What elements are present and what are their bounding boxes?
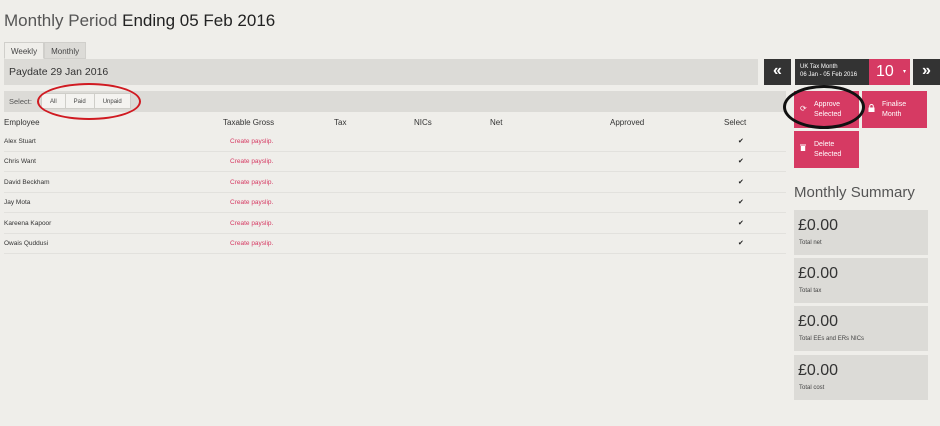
chevron-down-icon: ▾: [902, 69, 906, 75]
create-payslip-link[interactable]: Create payslip.: [230, 158, 273, 165]
tab-weekly[interactable]: Weekly: [4, 42, 45, 59]
finalise-month-label: Finalise Month: [882, 101, 907, 118]
summary-amount: £0.00: [798, 362, 839, 379]
employee-name: Owais Quddusi: [4, 240, 49, 247]
summary-amount: £0.00: [798, 313, 839, 330]
next-period-button[interactable]: »: [913, 59, 940, 85]
select-all-button[interactable]: All: [41, 93, 66, 109]
create-payslip-link[interactable]: Create payslip.: [230, 240, 273, 247]
header-approved: Approved: [610, 118, 645, 127]
table-row: Chris Want Create payslip. ✔: [4, 152, 786, 172]
refresh-icon: ⟳: [800, 104, 807, 113]
period-tabs: Weekly Monthly: [4, 42, 87, 59]
header-select: Select: [724, 118, 747, 127]
delete-selected-button[interactable]: Delete Selected: [794, 131, 859, 168]
summary-card-total-nics: £0.00 Total EEs and ERs NICs: [794, 306, 928, 351]
table-row: Jay Mota Create payslip. ✔: [4, 193, 786, 213]
summary-card-total-tax: £0.00 Total tax: [794, 258, 928, 303]
employee-name: Alex Stuart: [4, 138, 36, 145]
previous-period-button[interactable]: «: [764, 59, 791, 85]
summary-caption: Total EEs and ERs NICs: [799, 336, 865, 342]
page-title-prefix: Monthly Period: [4, 11, 118, 30]
summary-caption: Total net: [799, 240, 822, 246]
tax-month-number: 10: [876, 63, 894, 80]
select-filter-group: All Paid Unpaid: [41, 93, 131, 109]
lock-icon: [868, 104, 875, 115]
create-payslip-link[interactable]: Create payslip.: [230, 179, 273, 186]
summary-card-total-net: £0.00 Total net: [794, 210, 928, 255]
employee-name: Jay Mota: [4, 199, 31, 206]
tax-month-range: 06 Jan - 05 Feb 2016: [800, 72, 858, 78]
summary-caption: Total cost: [799, 385, 825, 391]
table-row: Owais Quddusi Create payslip. ✔: [4, 234, 786, 254]
approve-selected-button[interactable]: ⟳ Approve Selected: [794, 91, 859, 128]
summary-amount: £0.00: [798, 217, 839, 234]
row-select-checkbox[interactable]: ✔: [738, 240, 745, 247]
header-employee: Employee: [4, 118, 40, 127]
row-select-checkbox[interactable]: ✔: [738, 199, 745, 206]
employee-name: Kareena Kapoor: [4, 220, 52, 227]
page-title-period: Ending 05 Feb 2016: [122, 11, 276, 30]
create-payslip-link[interactable]: Create payslip.: [230, 220, 273, 227]
table-row: Alex Stuart Create payslip. ✔: [4, 132, 786, 152]
table-row: David Beckham Create payslip. ✔: [4, 173, 786, 193]
paydate-bar: Paydate 29 Jan 2016: [4, 59, 758, 85]
row-select-checkbox[interactable]: ✔: [738, 138, 745, 145]
table-row: Kareena Kapoor Create payslip. ✔: [4, 214, 786, 234]
header-net: Net: [490, 118, 503, 127]
summary-caption: Total tax: [799, 288, 822, 294]
employee-name: Chris Want: [4, 158, 36, 165]
select-unpaid-button[interactable]: Unpaid: [93, 93, 131, 109]
row-select-checkbox[interactable]: ✔: [738, 179, 745, 186]
row-select-checkbox[interactable]: ✔: [738, 220, 745, 227]
row-select-checkbox[interactable]: ✔: [738, 158, 745, 165]
monthly-summary-title: Monthly Summary: [794, 184, 915, 201]
summary-amount: £0.00: [798, 265, 839, 282]
employee-name: David Beckham: [4, 179, 50, 186]
header-taxable-gross: Taxable Gross: [223, 118, 275, 127]
create-payslip-link[interactable]: Create payslip.: [230, 138, 273, 145]
trash-icon: [800, 144, 806, 154]
tax-month-title: UK Tax Month: [800, 64, 838, 70]
delete-selected-label: Delete Selected: [814, 141, 842, 158]
summary-card-total-cost: £0.00 Total cost: [794, 355, 928, 400]
tab-monthly[interactable]: Monthly: [44, 42, 87, 59]
select-label: Select:: [9, 97, 32, 106]
finalise-month-button[interactable]: Finalise Month: [862, 91, 927, 128]
header-tax: Tax: [334, 118, 347, 127]
header-nics: NICs: [414, 118, 432, 127]
select-paid-button[interactable]: Paid: [64, 93, 95, 109]
page-title: Monthly Period Ending 05 Feb 2016: [4, 11, 275, 31]
tax-month-dropdown[interactable]: 10 ▾: [869, 59, 910, 85]
tax-month-info: UK Tax Month 06 Jan - 05 Feb 2016: [795, 59, 869, 85]
create-payslip-link[interactable]: Create payslip.: [230, 199, 273, 206]
approve-selected-label: Approve Selected: [814, 101, 842, 118]
